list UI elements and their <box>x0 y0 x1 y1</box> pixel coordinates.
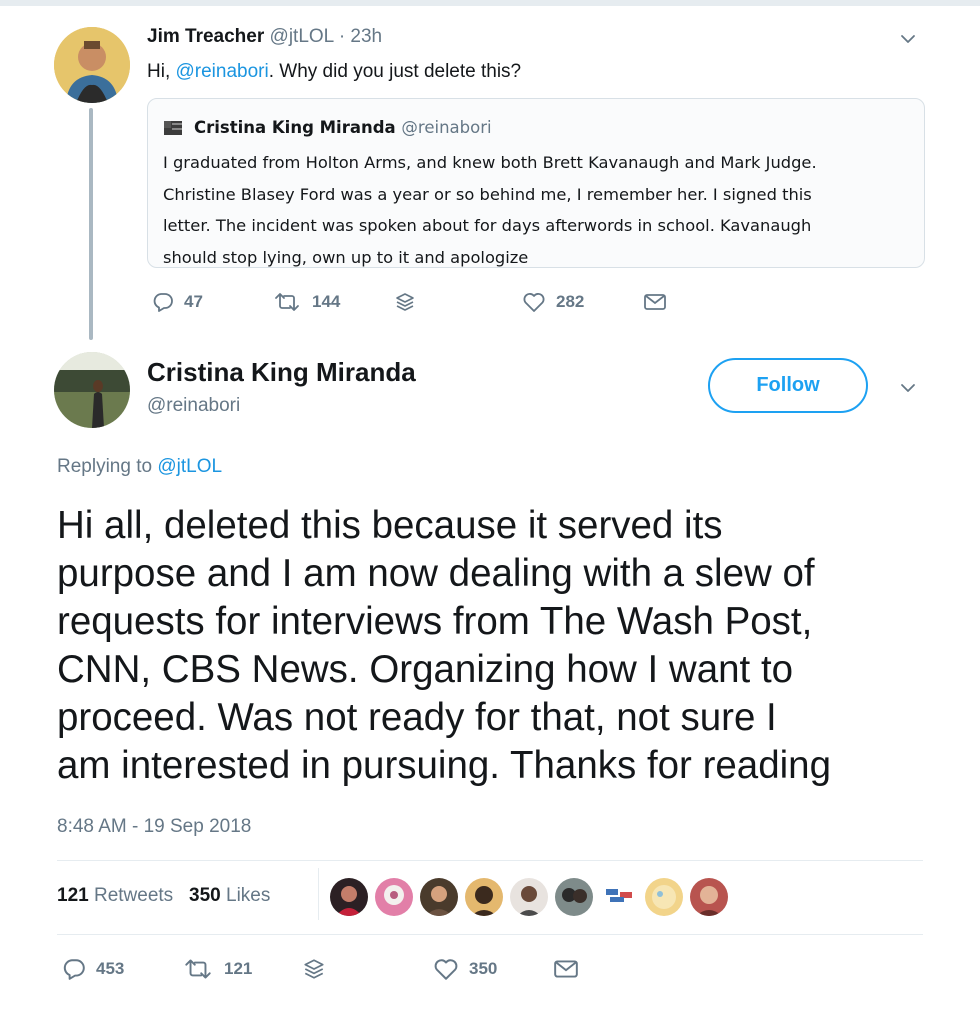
tweet-text: Hi all, deleted this because it served i… <box>57 502 957 790</box>
tweet-line: CNN, CBS News. Organizing how I want to <box>57 648 794 691</box>
retweets-stat[interactable]: 121 Retweets <box>57 885 173 906</box>
liker-avatar[interactable] <box>510 878 548 916</box>
liker-avatar[interactable] <box>465 878 503 916</box>
like-button[interactable]: 350 <box>433 957 497 981</box>
tweet-line: purpose and I am now dealing with a slew… <box>57 552 815 595</box>
parent-text-before: Hi, <box>147 61 176 82</box>
tweet-author-handle[interactable]: @reinabori <box>147 394 240 418</box>
quoted-line: letter. The incident was spoken about fo… <box>163 216 812 235</box>
reply-count: 453 <box>96 959 125 978</box>
quoted-tweet-text: I graduated from Holton Arms, and knew b… <box>163 147 913 273</box>
parent-text-after: . Why did you just delete this? <box>268 61 522 82</box>
flag-icon <box>164 121 182 135</box>
quoted-tweet-card[interactable]: Cristina King Miranda @reinabori I gradu… <box>147 98 925 268</box>
parent-author-name[interactable]: Jim Treacher <box>147 26 264 47</box>
liker-avatar[interactable] <box>645 878 683 916</box>
stats-separator <box>318 868 319 920</box>
quoted-line: should stop lying, own up to it and apol… <box>163 247 529 267</box>
parent-like-count: 282 <box>556 292 585 311</box>
heart-icon <box>434 959 458 980</box>
follow-button[interactable]: Follow <box>708 358 868 413</box>
layers-icon <box>304 959 324 979</box>
tweet-line: requests for interviews from The Wash Po… <box>57 600 813 643</box>
mention-link[interactable]: @reinabori <box>176 61 269 82</box>
likes-stat[interactable]: 350 Likes <box>189 885 270 906</box>
parent-retweet-button[interactable]: 144 <box>272 291 340 313</box>
divider <box>57 934 923 935</box>
layers-icon <box>396 293 414 311</box>
avatar-cristina-king-miranda[interactable] <box>54 352 130 428</box>
likes-label: Likes <box>226 885 271 906</box>
liker-avatars <box>330 878 735 916</box>
parent-reply-count: 47 <box>184 292 203 311</box>
parent-more-chevron-icon[interactable] <box>897 28 919 50</box>
liker-avatar[interactable] <box>600 878 638 916</box>
retweet-icon <box>275 293 299 311</box>
tweet-more-chevron-icon[interactable] <box>897 377 919 399</box>
tweet-line: proceed. Was not ready for that, not sur… <box>57 696 777 739</box>
liker-avatar[interactable] <box>330 878 368 916</box>
reply-icon <box>153 293 173 312</box>
like-total: 350 <box>189 885 221 906</box>
dm-button[interactable] <box>302 957 326 981</box>
quoted-author-name: Cristina King Miranda <box>194 118 396 137</box>
quoted-tweet-header: Cristina King Miranda @reinabori <box>194 117 492 139</box>
liker-avatar[interactable] <box>420 878 458 916</box>
parent-dm-button[interactable] <box>394 291 416 313</box>
heart-icon <box>523 293 545 312</box>
parent-author-handle[interactable]: @jtLOL <box>270 26 334 47</box>
liker-avatar[interactable] <box>690 878 728 916</box>
envelope-icon <box>644 294 666 310</box>
engagement-stats: 121 Retweets 350 Likes <box>57 884 270 908</box>
parent-tweet-text: Hi, @reinabori. Why did you just delete … <box>147 60 521 84</box>
divider <box>57 860 923 861</box>
quoted-line: Christine Blasey Ford was a year or so b… <box>163 184 812 204</box>
envelope-icon <box>554 960 578 978</box>
header-separator: · <box>338 26 346 47</box>
parent-time[interactable]: 23h <box>350 26 382 47</box>
parent-reply-button[interactable]: 47 <box>152 291 203 313</box>
quoted-line: I graduated from Holton Arms, and knew b… <box>163 153 817 172</box>
replying-label: Replying to <box>57 456 158 477</box>
replying-to-link[interactable]: @jtLOL <box>157 456 222 477</box>
top-border <box>0 0 980 6</box>
like-count: 350 <box>469 959 498 978</box>
retweet-total: 121 <box>57 885 89 906</box>
message-button[interactable] <box>553 958 579 980</box>
quoted-author-handle: @reinabori <box>401 118 492 137</box>
tweet-author-name[interactable]: Cristina King Miranda <box>147 357 416 387</box>
parent-tweet-header: Jim Treacher @jtLOL · 23h <box>147 25 382 49</box>
reply-button[interactable]: 453 <box>62 957 124 981</box>
tweet-timestamp[interactable]: 8:48 AM - 19 Sep 2018 <box>57 815 251 839</box>
thread-connector <box>89 108 93 340</box>
retweet-button[interactable]: 121 <box>182 957 252 981</box>
liker-avatar[interactable] <box>375 878 413 916</box>
reply-icon <box>63 959 85 980</box>
parent-retweet-count: 144 <box>312 292 341 311</box>
liker-avatar[interactable] <box>555 878 593 916</box>
retweets-label: Retweets <box>93 885 174 906</box>
retweet-count: 121 <box>224 959 253 978</box>
retweet-icon <box>185 959 211 979</box>
tweet-line: Hi all, deleted this because it served i… <box>57 504 723 547</box>
replying-to: Replying to @jtLOL <box>57 455 222 479</box>
parent-like-button[interactable]: 282 <box>522 291 584 313</box>
avatar-jim-treacher[interactable] <box>54 27 130 103</box>
tweet-line: am interested in pursuing. Thanks for re… <box>57 744 832 787</box>
parent-message-button[interactable] <box>643 292 667 312</box>
